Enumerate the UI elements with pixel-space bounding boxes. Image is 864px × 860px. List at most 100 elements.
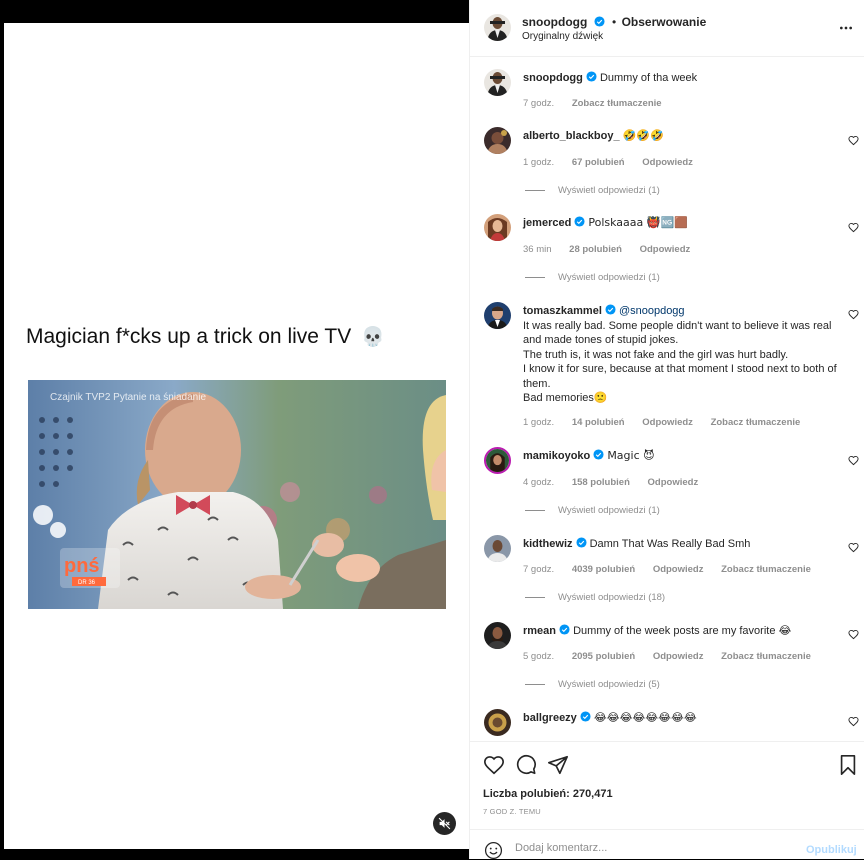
comment-time[interactable]: 5 godz. [523,651,554,662]
comments-list[interactable]: snoopdogg Dummy of tha week 7 godz. Zoba… [470,57,864,741]
comment-time[interactable]: 1 godz. [523,157,554,168]
post-media[interactable]: Magician f*cks up a trick on live TV 💀 C… [4,23,469,849]
comment-username[interactable]: kidthewiz [523,538,573,550]
view-replies-label: Wyświetl odpowiedzi (5) [558,679,660,690]
view-replies-button[interactable]: Wyświetl odpowiedzi (1) [525,505,660,516]
comment-username[interactable]: tomaszkammel [523,305,602,317]
comment-username[interactable]: snoopdogg [523,72,583,84]
verified-badge-icon [575,537,587,548]
like-comment-heart-icon[interactable] [848,455,859,466]
author-username[interactable]: snoopdogg [522,15,587,29]
avatar[interactable] [484,709,511,736]
comment-username[interactable]: ballgreezy [523,712,577,724]
comment-text: Polskaaaa 👹🆖🟫 [588,216,688,229]
like-comment-heart-icon[interactable] [848,309,859,320]
comment-username[interactable]: alberto_blackboy_ [523,130,620,142]
comment-meta: 7 godz. 4039 polubień Odpowiedz Zobacz t… [523,564,826,575]
reply-button[interactable]: Odpowiedz [653,564,704,575]
comment-likes[interactable]: 158 polubień [572,477,630,488]
like-comment-heart-icon[interactable] [848,629,859,640]
emoji-picker-icon[interactable] [484,841,503,860]
reply-button[interactable]: Odpowiedz [640,244,691,255]
avatar[interactable] [484,302,511,329]
comment-meta: 1 godz. 67 polubień Odpowiedz [523,157,708,168]
comment-time[interactable]: 1 godz. [523,417,554,428]
replies-line [525,683,545,685]
comment-likes[interactable]: 28 polubień [569,244,622,255]
comment-input[interactable] [515,842,805,854]
video-logo-sub: DR 36 [78,580,96,586]
reply-button[interactable]: Odpowiedz [642,157,693,168]
mention-link[interactable]: @snoopdogg [619,305,685,317]
comment-likes[interactable]: 2095 polubień [572,651,635,662]
add-comment-bar: Opublikuj [470,829,864,860]
view-replies-button[interactable]: Wyświetl odpowiedzi (5) [525,679,660,690]
comment-meta: 1 godz. 14 polubień Odpowiedz Zobacz tłu… [523,417,815,428]
like-comment-heart-icon[interactable] [848,135,859,146]
avatar[interactable] [484,447,511,474]
comment-username[interactable]: rmean [523,625,556,637]
reply-button[interactable]: Odpowiedz [642,417,693,428]
see-translation-button[interactable]: Zobacz tłumaczenie [572,98,662,109]
avatar[interactable] [484,622,511,649]
share-icon[interactable] [547,754,569,776]
see-translation-button[interactable]: Zobacz tłumaczenie [721,651,811,662]
like-comment-heart-icon[interactable] [848,542,859,553]
avatar[interactable] [484,127,511,154]
comment: jemerced Polskaaaa 👹🆖🟫 [523,216,838,231]
avatar[interactable] [484,14,511,41]
video-still-image: Czajnik TVP2 Pytanie na śniadanie pnś DR… [28,380,446,609]
original-audio-link[interactable]: Oryginalny dźwięk [522,31,603,42]
likes-count[interactable]: Liczba polubień: 270,471 [483,788,613,800]
reply-button[interactable]: Odpowiedz [648,477,699,488]
comment-username[interactable]: jemerced [523,217,571,229]
comment: alberto_blackboy_ 🤣🤣🤣 [523,129,838,144]
verified-badge-icon [586,71,597,82]
comment-time[interactable]: 36 min [523,244,552,255]
post-timestamp[interactable]: 7 GOD Z. TEMU [483,807,541,816]
reply-button[interactable]: Odpowiedz [653,651,704,662]
comment-username[interactable]: mamikoyoko [523,450,590,462]
comment-text: Magic 😈 [607,449,655,462]
comment-likes[interactable]: 4039 polubień [572,564,635,575]
more-options-icon[interactable] [838,20,854,36]
view-replies-label: Wyświetl odpowiedzi (18) [558,592,666,603]
see-translation-button[interactable]: Zobacz tłumaczenie [721,564,811,575]
verified-badge-icon [580,711,591,722]
comment-text: 😂😂😂😂😂😂😂😂 [593,711,697,724]
like-comment-heart-icon[interactable] [848,222,859,233]
view-replies-label: Wyświetl odpowiedzi (1) [558,272,660,283]
media-caption-text: Magician f*cks up a trick on live TV [26,325,352,348]
comment: kidthewiz Damn That Was Really Bad Smh [523,537,838,552]
comment-text: It was really bad. Some people didn't wa… [523,319,837,405]
view-replies-button[interactable]: Wyświetl odpowiedzi (18) [525,592,665,603]
comment-likes[interactable]: 14 polubień [572,417,625,428]
comment-likes[interactable]: 67 polubień [572,157,625,168]
following-button[interactable]: Obserwowanie [622,15,707,29]
view-replies-button[interactable]: Wyświetl odpowiedzi (1) [525,185,660,196]
comment-time[interactable]: 7 godz. [523,564,554,575]
comment-icon[interactable] [515,754,537,776]
view-replies-label: Wyświetl odpowiedzi (1) [558,505,660,516]
verified-badge-icon [559,624,570,635]
mute-button[interactable] [433,812,456,835]
replies-line [525,509,545,511]
publish-button[interactable]: Opublikuj [806,844,857,856]
view-replies-label: Wyświetl odpowiedzi (1) [558,185,660,196]
see-translation-button[interactable]: Zobacz tłumaczenie [711,417,801,428]
verified-badge-icon [574,216,585,227]
avatar[interactable] [484,535,511,562]
comment-time[interactable]: 7 godz. [523,98,554,109]
instagram-post-modal: Magician f*cks up a trick on live TV 💀 C… [0,0,864,860]
video-overlay-text: Czajnik TVP2 Pytanie na śniadanie [50,392,206,403]
avatar[interactable] [484,69,511,96]
like-comment-heart-icon[interactable] [848,716,859,727]
bookmark-icon[interactable] [837,754,859,776]
comment-time[interactable]: 4 godz. [523,477,554,488]
video-frame[interactable]: Czajnik TVP2 Pytanie na śniadanie pnś DR… [28,380,446,609]
avatar[interactable] [484,214,511,241]
heart-icon[interactable] [483,754,505,776]
view-replies-button[interactable]: Wyświetl odpowiedzi (1) [525,272,660,283]
comment-text: 🤣🤣🤣 [622,129,664,142]
comment: mamikoyoko Magic 😈 [523,449,838,464]
